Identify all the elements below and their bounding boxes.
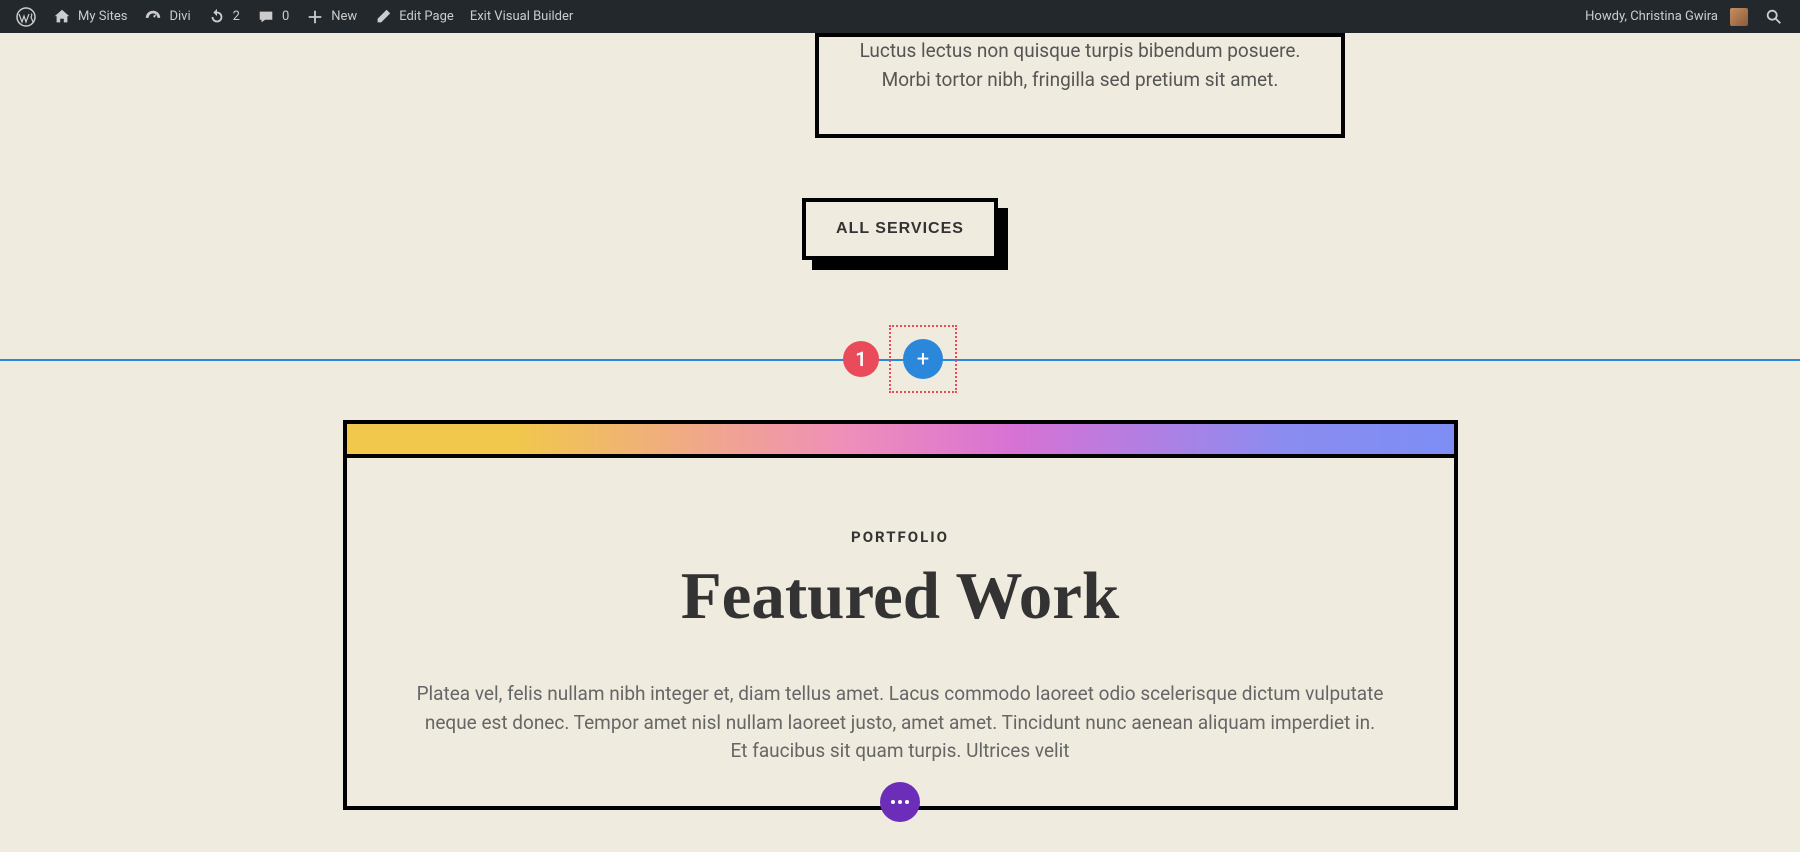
- edit-page-link[interactable]: Edit Page: [365, 0, 462, 33]
- more-icon: [891, 800, 909, 804]
- new-link[interactable]: New: [297, 0, 365, 33]
- add-section-button[interactable]: +: [903, 339, 943, 379]
- howdy-label: Howdy, Christina Gwira: [1585, 9, 1718, 24]
- page-content: Luctus lectus non quisque turpis bibendu…: [0, 33, 1800, 810]
- home-icon: [52, 7, 72, 27]
- gradient-bar: [347, 424, 1454, 458]
- admin-bar-right: Howdy, Christina Gwira: [1577, 0, 1792, 33]
- site-name-link[interactable]: Divi: [135, 0, 198, 33]
- portfolio-title: Featured Work: [407, 558, 1394, 635]
- avatar: [1730, 8, 1748, 26]
- exit-builder-link[interactable]: Exit Visual Builder: [462, 0, 581, 33]
- wordpress-icon: [16, 7, 36, 27]
- portfolio-section[interactable]: PORTFOLIO Featured Work Platea vel, feli…: [343, 420, 1458, 810]
- my-sites-label: My Sites: [78, 9, 127, 24]
- wordpress-logo[interactable]: [8, 0, 44, 33]
- portfolio-description: Platea vel, felis nullam nibh integer et…: [415, 680, 1385, 766]
- refresh-icon: [207, 7, 227, 27]
- add-section-dropzone[interactable]: +: [889, 325, 957, 393]
- portfolio-label: PORTFOLIO: [407, 528, 1394, 546]
- search-link[interactable]: [1756, 0, 1792, 33]
- section-divider: 1 +: [0, 325, 1800, 395]
- plus-icon: [305, 7, 325, 27]
- admin-bar-left: My Sites Divi 2 0 New: [8, 0, 581, 33]
- divider-controls: 1 +: [843, 325, 957, 393]
- service-card[interactable]: Luctus lectus non quisque turpis bibendu…: [815, 33, 1345, 138]
- all-services-wrap: ALL SERVICES: [0, 198, 1800, 260]
- service-text: Luctus lectus non quisque turpis bibendu…: [859, 37, 1301, 94]
- exit-builder-label: Exit Visual Builder: [470, 9, 573, 24]
- comment-icon: [256, 7, 276, 27]
- updates-link[interactable]: 2: [199, 0, 248, 33]
- comments-link[interactable]: 0: [248, 0, 297, 33]
- howdy-link[interactable]: Howdy, Christina Gwira: [1577, 0, 1756, 33]
- updates-count: 2: [233, 9, 240, 24]
- pencil-icon: [373, 7, 393, 27]
- new-label: New: [331, 9, 357, 24]
- annotation-badge: 1: [843, 341, 879, 377]
- site-name-label: Divi: [169, 9, 190, 24]
- gauge-icon: [143, 7, 163, 27]
- builder-settings-button[interactable]: [880, 782, 920, 822]
- edit-page-label: Edit Page: [399, 9, 454, 24]
- wp-admin-bar: My Sites Divi 2 0 New: [0, 0, 1800, 33]
- all-services-button[interactable]: ALL SERVICES: [802, 198, 998, 260]
- search-icon: [1764, 7, 1784, 27]
- comments-count: 0: [282, 9, 289, 24]
- my-sites-link[interactable]: My Sites: [44, 0, 135, 33]
- portfolio-inner: PORTFOLIO Featured Work Platea vel, feli…: [347, 458, 1454, 806]
